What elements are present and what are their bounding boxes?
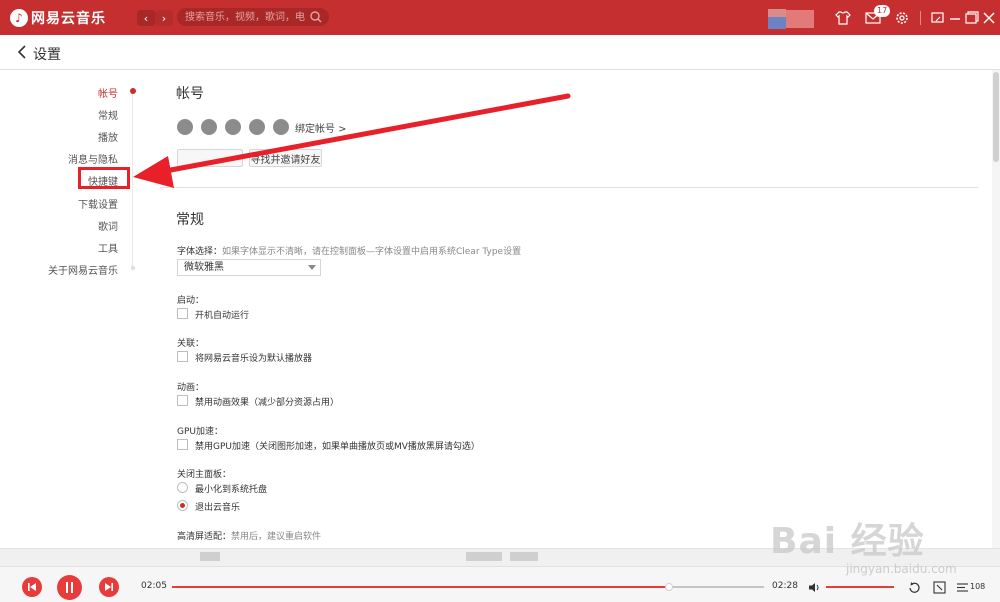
pause-button[interactable] [57, 575, 82, 600]
settings-header: 设置 [0, 35, 1000, 70]
minimize-tray-radio[interactable] [177, 482, 188, 493]
avatar-blur [768, 17, 786, 29]
playlist-count[interactable]: 108 [970, 582, 985, 591]
search-input[interactable] [185, 10, 305, 24]
wechat-icon[interactable] [201, 119, 217, 135]
maximize-icon[interactable] [962, 9, 980, 27]
font-select-value: 微软雅黑 [184, 262, 224, 273]
sidebar-item-about[interactable]: 关于网易云音乐 [48, 262, 118, 277]
sidebar-item-download[interactable]: 下载设置 [78, 196, 118, 211]
title-divider [920, 11, 921, 25]
bind-account-link[interactable]: 绑定帐号 > [295, 120, 347, 135]
minimize-tray-option[interactable]: 最小化到系统托盘 [195, 482, 267, 495]
disable-animation-checkbox[interactable] [177, 395, 188, 406]
back-nav-button[interactable]: ‹ [137, 10, 155, 26]
repeat-icon[interactable] [908, 581, 921, 594]
font-hint: 如果字体显示不清晰，请在控制面板—字体设置中启用系统Clear Type设置 [222, 247, 522, 257]
message-count-badge: 17 [874, 5, 891, 17]
hidpi-hint: 禁用后，建议重启软件 [231, 532, 322, 542]
search-icon[interactable] [309, 10, 323, 24]
font-label-text: 字体选择： [177, 247, 223, 257]
app-title: 网易云音乐 [31, 11, 106, 27]
pause-icon [66, 582, 73, 593]
shortcut-highlight-box [78, 167, 130, 189]
lyrics-toggle-icon[interactable] [933, 581, 946, 594]
section-heading-account: 帐号 [176, 86, 204, 102]
weibo-icon[interactable] [177, 119, 193, 135]
volume-icon[interactable] [808, 581, 821, 594]
gear-icon[interactable] [893, 9, 911, 27]
sidebar-item-general[interactable]: 常规 [98, 107, 118, 122]
section-heading-general: 常规 [176, 212, 204, 228]
exit-app-option[interactable]: 退出云音乐 [195, 500, 240, 513]
startup-checkbox[interactable] [177, 308, 188, 319]
font-label: 字体选择：如果字体显示不清晰，请在控制面板—字体设置中启用系统Clear Typ… [177, 244, 521, 257]
close-icon[interactable] [980, 9, 998, 27]
font-select[interactable]: 微软雅黑 [177, 259, 321, 276]
blurred-artist [510, 552, 538, 561]
sidebar-track [132, 88, 133, 266]
skip-back-icon [28, 583, 36, 591]
section-divider [160, 187, 978, 188]
skin-shirt-icon[interactable] [834, 9, 852, 27]
chevron-left-icon: ‹ [143, 11, 149, 25]
volume-fill [826, 586, 894, 588]
blurred-song-title [466, 552, 502, 561]
prev-button[interactable] [22, 577, 42, 597]
disable-gpu-checkbox[interactable] [177, 439, 188, 450]
sidebar-end-dot [131, 266, 135, 270]
sidebar-item-tools[interactable]: 工具 [98, 240, 118, 255]
volume-track[interactable] [826, 586, 894, 588]
startup-option[interactable]: 开机自动运行 [195, 308, 249, 321]
animation-label: 动画： [177, 383, 205, 393]
user-name-blur[interactable] [786, 10, 814, 28]
hidpi-label: 高清屏适配：禁用后，建议重启软件 [177, 529, 321, 542]
yixin-icon[interactable] [273, 119, 289, 135]
disable-animation-option[interactable]: 禁用动画效果（减少部分资源占用） [195, 395, 339, 408]
sidebar-item-playback[interactable]: 播放 [98, 129, 118, 144]
account-action-button[interactable] [177, 149, 243, 167]
sidebar-item-privacy[interactable]: 消息与隐私 [68, 151, 118, 166]
playlist-icon[interactable] [956, 581, 969, 594]
mini-mode-icon[interactable] [929, 9, 947, 27]
find-friends-button[interactable]: 寻找并邀请好友 [249, 149, 322, 167]
sidebar-active-dot [130, 88, 136, 94]
sidebar-item-lyrics[interactable]: 歌词 [98, 218, 118, 233]
search-box [177, 8, 329, 26]
gpu-label: GPU加速： [177, 427, 223, 437]
baidu-watermark: Bai 经验 [770, 521, 925, 562]
blurred-song-info [200, 552, 220, 561]
baidu-watermark-url: jingyan.baidu.com [846, 562, 957, 576]
association-label: 关联： [177, 339, 205, 349]
progress-track[interactable] [172, 586, 764, 588]
default-player-checkbox[interactable] [177, 351, 188, 362]
scrollbar-thumb[interactable] [993, 72, 999, 162]
hidpi-label-text: 高清屏适配： [177, 532, 232, 542]
chevron-right-icon: › [161, 11, 167, 25]
chevron-down-icon [308, 265, 316, 270]
forward-nav-button[interactable]: › [155, 10, 173, 26]
default-player-option[interactable]: 将网易云音乐设为默认播放器 [195, 351, 312, 364]
disable-gpu-option[interactable]: 禁用GPU加速（关闭图形加速，如果单曲播放页或MV播放黑屏请勾选） [195, 439, 480, 452]
duration-time: 02:28 [772, 581, 798, 591]
startup-label: 启动： [177, 296, 205, 306]
elapsed-time: 02:05 [141, 581, 167, 591]
next-button[interactable] [99, 577, 119, 597]
skip-forward-icon [105, 583, 113, 591]
sidebar-item-account[interactable]: 帐号 [98, 85, 118, 100]
chevron-left-icon[interactable] [16, 44, 28, 60]
progress-fill [172, 586, 670, 588]
qq-icon[interactable] [225, 119, 241, 135]
close-panel-label: 关闭主面板： [177, 470, 232, 480]
page-title[interactable]: 设置 [33, 44, 61, 64]
exit-app-radio[interactable] [177, 500, 188, 511]
douban-icon[interactable] [249, 119, 265, 135]
settings-sidebar: 帐号 常规 播放 消息与隐私 快捷键 下载设置 歌词 工具 关于网易云音乐 [0, 70, 140, 548]
title-bar: ♪ 网易云音乐 ‹ › 17 [0, 0, 1000, 35]
app-logo[interactable]: ♪ 网易云音乐 [10, 8, 106, 28]
netease-logo-icon: ♪ [10, 9, 28, 27]
